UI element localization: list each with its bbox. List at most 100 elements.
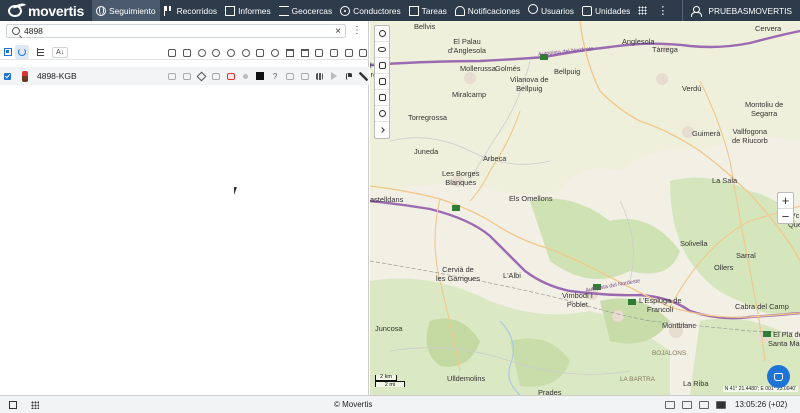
panel-icon[interactable] [699, 400, 709, 409]
bell-icon [454, 5, 465, 16]
apps-grid-icon[interactable] [638, 6, 648, 15]
route-flag-icon [163, 5, 174, 16]
vehicle-row[interactable]: 4898-KGB [0, 67, 369, 85]
bus-icon [581, 5, 592, 16]
select-all-checkbox[interactable] [4, 48, 12, 56]
vehicle-name[interactable]: 4898-KGB [37, 71, 77, 81]
add-icon[interactable] [356, 47, 371, 59]
steering-wheel-icon [340, 5, 351, 16]
layout-icon[interactable] [682, 400, 692, 409]
chat-icon [774, 372, 783, 381]
clock: 13:05:26 (+02) [735, 400, 788, 409]
map-place-label: Torregrossa [408, 113, 448, 122]
nav-label: Conductores [353, 5, 401, 16]
map-view[interactable]: Bellvis El Palau d'Anglesola Anglesola Cerve… [370, 21, 800, 395]
copyright: © Movertis [334, 400, 373, 409]
map-place-label: Guimerà [692, 129, 721, 138]
nav-label: Seguimiento [109, 5, 156, 16]
truck-icon[interactable] [180, 70, 195, 82]
map-canvas [370, 21, 800, 395]
nav-item-notificaciones[interactable]: Notificaciones [451, 0, 524, 21]
brand-logo[interactable]: movertis [0, 0, 92, 21]
nav-item-conductores[interactable]: Conductores [336, 0, 405, 21]
map-scale: 2 km 2 mi [375, 374, 409, 388]
chat-button[interactable] [767, 365, 790, 388]
keyboard-icon[interactable] [665, 400, 675, 409]
map-place-label: La Sala [712, 176, 738, 185]
nav-item-tareas[interactable]: Tareas [405, 0, 451, 21]
eye-icon [378, 47, 386, 52]
clear-search-icon[interactable]: × [335, 26, 341, 37]
calendar-icon[interactable] [297, 47, 312, 59]
car-icon[interactable] [165, 47, 180, 59]
map-place-label: Anglesola [622, 37, 655, 46]
list-toolbar: A↓ [0, 45, 383, 60]
transfer-icon[interactable] [283, 70, 298, 82]
apps-grid-icon[interactable] [31, 400, 39, 409]
geofence-diamond-icon[interactable] [194, 70, 209, 82]
nav-item-recorridos[interactable]: Recorridos [160, 0, 222, 21]
user-account-icon[interactable] [691, 5, 703, 17]
bar-chart-icon[interactable] [312, 70, 327, 82]
group-tree-icon[interactable] [37, 48, 45, 56]
zoom-out-button[interactable]: − [778, 208, 793, 223]
battery-icon[interactable] [253, 47, 268, 59]
nav-item-usuarios[interactable]: Usuarios [524, 0, 578, 21]
satellite-icon[interactable] [224, 47, 239, 59]
window-icon[interactable] [9, 400, 17, 409]
car-icon[interactable] [165, 70, 180, 82]
search-icon [378, 30, 386, 37]
nav-item-seguimiento[interactable]: Seguimiento [92, 0, 160, 21]
color-swatch[interactable] [253, 70, 268, 82]
engine-icon[interactable] [209, 47, 224, 59]
zoom-in-button[interactable]: + [778, 193, 793, 208]
video-icon[interactable] [327, 47, 342, 59]
more-vertical-icon[interactable]: ⋮ [657, 4, 668, 17]
engine-icon[interactable] [209, 70, 224, 82]
image-icon[interactable] [312, 47, 327, 59]
sort-button[interactable]: A↓ [52, 46, 69, 58]
map-place-label: L'Espluga de Francolí [639, 296, 682, 314]
fullscreen-icon[interactable] [716, 400, 726, 409]
target-icon[interactable] [194, 47, 209, 59]
fuel-alert-icon[interactable] [224, 70, 239, 82]
nav-label: Unidades [594, 5, 631, 16]
nav-item-unidades[interactable]: Unidades [578, 0, 634, 21]
status-dot-icon [238, 70, 253, 82]
help-icon[interactable] [268, 70, 283, 82]
vehicle-checkbox[interactable] [4, 72, 11, 80]
username[interactable]: PRUEBASMOVERTIS [708, 6, 792, 16]
brand-name: movertis [28, 2, 84, 19]
list-options-icon[interactable]: ⋮ [352, 25, 362, 36]
nav-item-informes[interactable]: Informes [221, 0, 275, 21]
map-visibility-button[interactable] [375, 42, 389, 58]
person-icon[interactable] [238, 47, 253, 59]
mouse-cursor-icon [234, 187, 240, 195]
task-check-icon [408, 5, 419, 16]
map-expand-button[interactable] [375, 122, 389, 138]
wrench-icon[interactable] [356, 70, 371, 82]
map-place-label: Cabra del Camp [735, 302, 789, 311]
map-place-label: Bellvis [414, 22, 436, 31]
map-search-button[interactable] [375, 26, 389, 42]
refresh-icon[interactable] [15, 45, 29, 59]
signal-icon[interactable] [283, 47, 298, 59]
map-layers-button[interactable] [375, 58, 389, 74]
search-input[interactable] [24, 25, 324, 37]
play-icon[interactable] [327, 70, 342, 82]
map-place-label: Les Borges Blanques [442, 169, 480, 187]
document-icon[interactable] [341, 47, 356, 59]
nav-item-geocercas[interactable]: Geocercas [275, 0, 337, 21]
map-measure-button[interactable] [375, 74, 389, 90]
map-place-label: Cervià de les Garrigues [436, 265, 480, 283]
map-place-label: Solivella [680, 239, 708, 248]
map-place-label: Vallfogona de Riucorb [732, 127, 768, 145]
list-icon[interactable] [297, 70, 312, 82]
flag-icon[interactable] [341, 70, 356, 82]
map-routing-button[interactable] [375, 90, 389, 106]
map-coordinates: N 41° 21.4480'; E 001° 23.0040' [722, 386, 798, 392]
speedometer-icon[interactable] [268, 47, 283, 59]
truck-icon[interactable] [180, 47, 195, 59]
search-box[interactable]: × [6, 24, 346, 38]
map-points-button[interactable] [375, 106, 389, 122]
